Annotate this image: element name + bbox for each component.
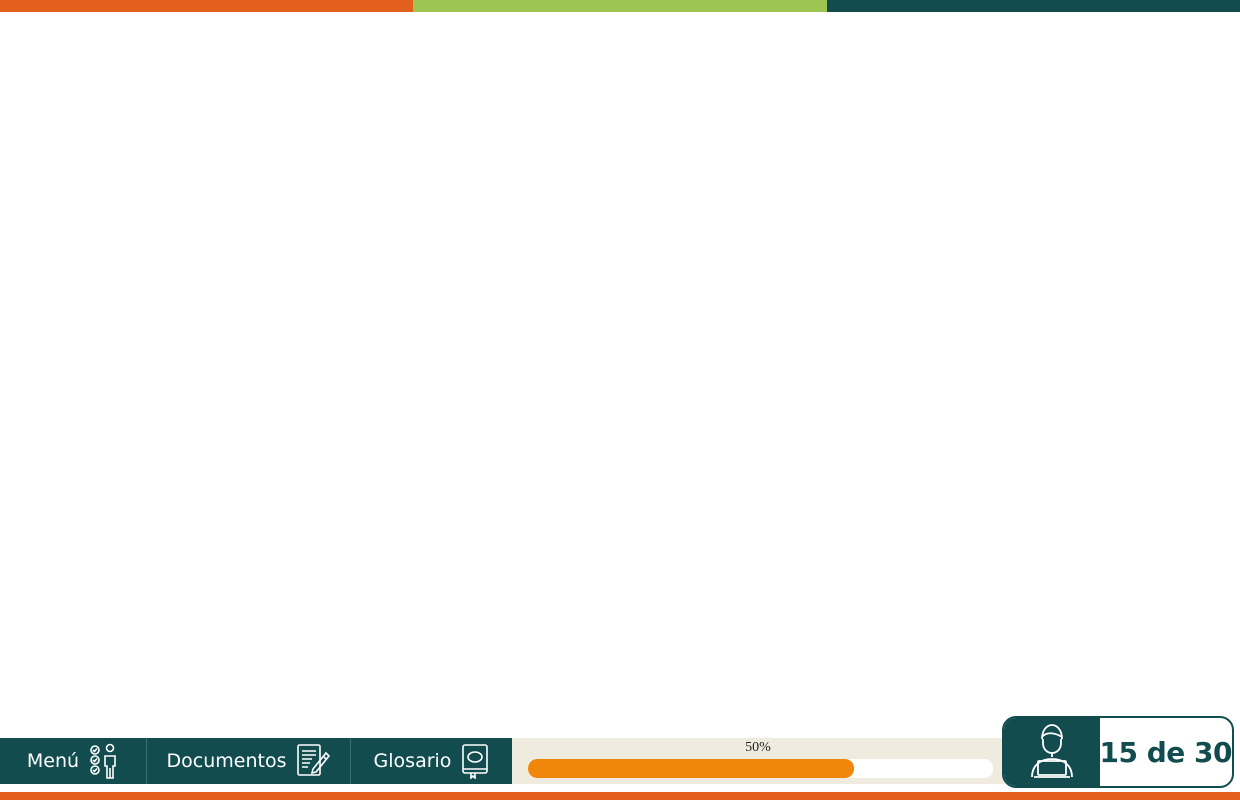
checklist-person-icon: [89, 743, 119, 779]
glossary-label: Glosario: [373, 750, 452, 772]
progress-label: 50%: [745, 740, 771, 755]
avatar-panel: [1004, 718, 1100, 786]
progress-track: [528, 759, 993, 778]
documents-button[interactable]: Documentos: [146, 738, 350, 784]
document-edit-icon: [296, 743, 331, 779]
progress-area: 50%: [512, 738, 1004, 784]
glossary-button[interactable]: Glosario: [350, 738, 512, 784]
content-area: [0, 12, 1240, 736]
bottom-navigation: Menú Documentos Glosario: [0, 738, 512, 784]
bottom-accent-line: [0, 792, 1240, 800]
progress-fill: [528, 759, 854, 778]
menu-label: Menú: [26, 750, 80, 772]
student-laptop-icon: [1026, 721, 1078, 784]
page-counter-box: 15 de 30: [1002, 716, 1234, 788]
documents-label: Documentos: [166, 750, 287, 772]
book-icon: [461, 743, 489, 779]
top-bar-orange: [0, 0, 414, 12]
top-bar-green: [413, 0, 827, 12]
page-counter: 15 de 30: [1099, 735, 1232, 769]
top-color-bar: [0, 0, 1240, 12]
menu-button[interactable]: Menú: [0, 738, 146, 784]
top-bar-teal: [826, 0, 1240, 12]
